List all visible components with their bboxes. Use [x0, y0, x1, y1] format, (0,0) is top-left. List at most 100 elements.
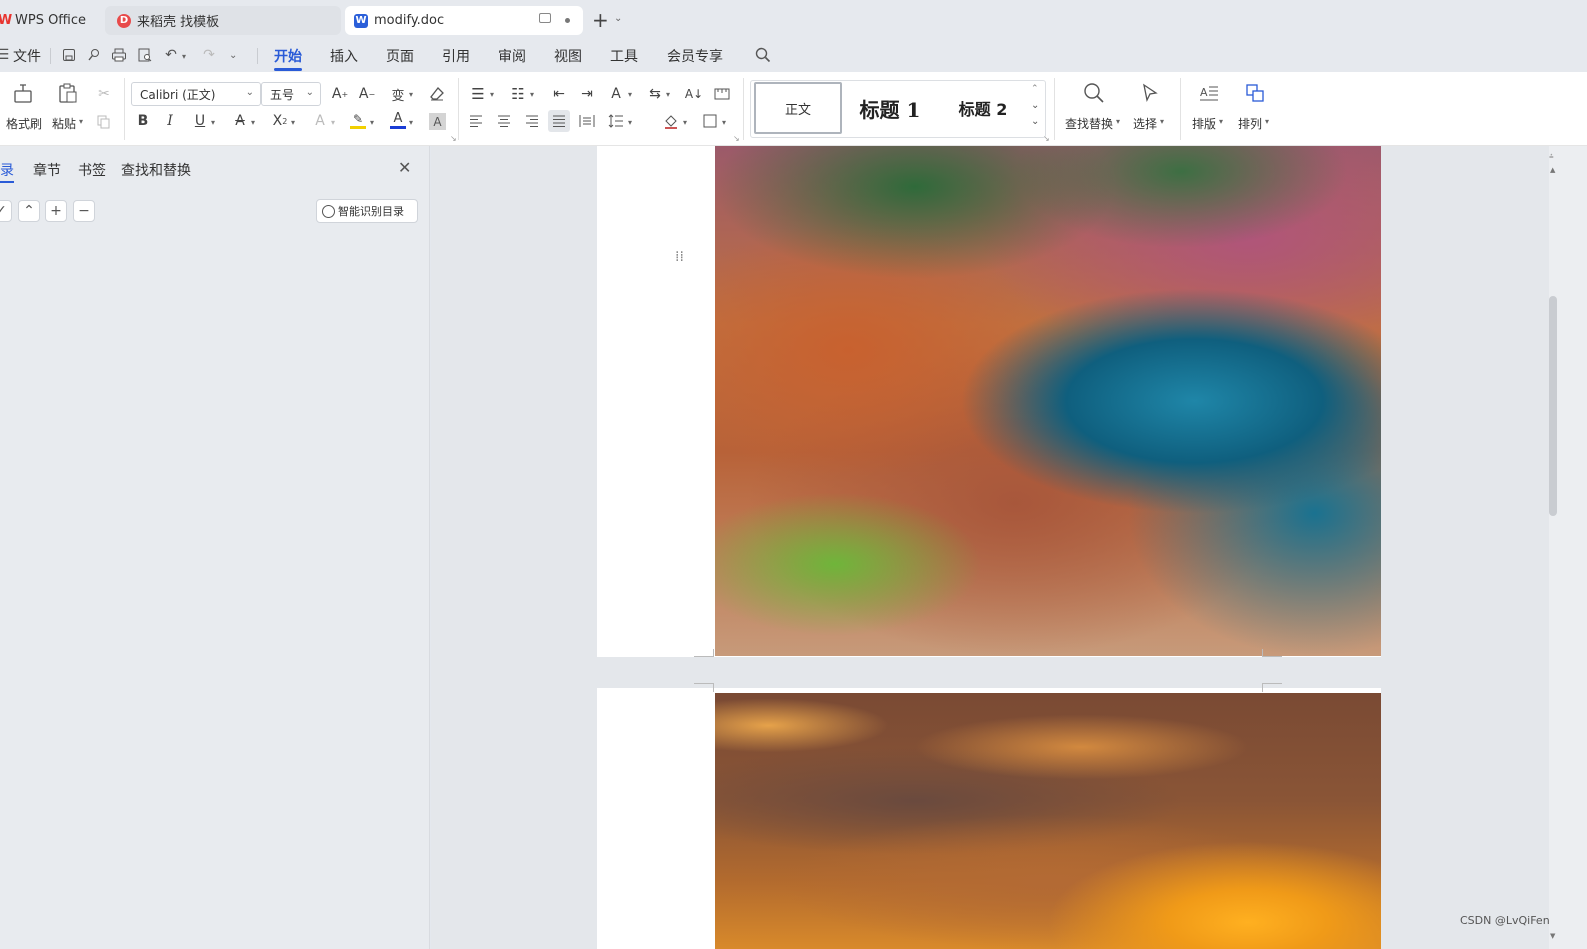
print-preview-icon[interactable] [135, 45, 155, 65]
arrange-label[interactable]: 排列 [1238, 115, 1262, 132]
hamburger-icon[interactable]: ☰ [0, 45, 10, 65]
close-icon[interactable]: ✕ [398, 158, 411, 177]
text-effect-icon[interactable]: A [310, 111, 330, 131]
menu-insert[interactable]: 插入 [330, 46, 358, 66]
clear-format-eraser-icon[interactable] [427, 84, 447, 104]
scroll-thumb[interactable] [1549, 296, 1557, 516]
justify-icon[interactable] [548, 110, 570, 132]
shading-fill-icon[interactable] [661, 111, 681, 131]
menu-home[interactable]: 开始 [274, 46, 302, 66]
underline-icon[interactable]: U [190, 111, 210, 131]
font-name-select[interactable]: Calibri (正文) ⌄ [131, 82, 261, 106]
search-icon[interactable] [753, 45, 773, 65]
scroll-top-icon[interactable]: ⩮ [1549, 152, 1559, 162]
layout-icon[interactable]: A [1196, 80, 1222, 106]
dropdown-icon[interactable]: ▾ [530, 90, 534, 99]
redo-icon[interactable]: ↷ [199, 45, 219, 65]
align-left-icon[interactable] [466, 111, 486, 131]
tab-modify-doc[interactable]: W modify.doc [345, 6, 583, 35]
style-normal[interactable]: 正文 [754, 82, 842, 134]
increase-indent-icon[interactable]: ⇥ [577, 84, 597, 104]
vertical-scrollbar[interactable]: ⩮ ▲ ▼ [1549, 146, 1587, 949]
undo-dropdown-icon[interactable]: ▾ [182, 52, 186, 61]
dropdown-icon[interactable]: ▾ [409, 90, 413, 99]
dropdown-icon[interactable]: ▾ [251, 118, 255, 127]
arrange-icon[interactable] [1242, 80, 1268, 106]
find-replace-label[interactable]: 查找替换 [1065, 115, 1113, 132]
style-heading-1[interactable]: 标题 1 [850, 82, 930, 134]
font-dialog-launcher-icon[interactable]: ↘ [450, 134, 457, 143]
phonetic-guide-icon[interactable]: 变 [388, 84, 408, 104]
bullet-list-icon[interactable]: ☰ [468, 84, 488, 104]
sort-icon[interactable]: A↓ [684, 84, 704, 104]
decrease-indent-icon[interactable]: ⇤ [549, 84, 569, 104]
menu-page[interactable]: 页面 [386, 46, 414, 66]
align-right-icon[interactable] [522, 111, 542, 131]
bold-icon[interactable]: B [133, 111, 153, 131]
copy-icon[interactable] [95, 113, 113, 131]
paragraph-dialog-launcher-icon[interactable]: ↘ [733, 134, 740, 143]
format-painter-icon[interactable] [10, 80, 36, 106]
strikethrough-icon[interactable]: A [230, 111, 250, 131]
nav-tab-toc[interactable]: 目录 [0, 160, 14, 180]
paste-label[interactable]: 粘贴 [52, 115, 76, 132]
paste-dropdown-icon[interactable]: ▾ [79, 117, 83, 126]
border-icon[interactable] [700, 111, 720, 131]
superscript-icon[interactable]: X2 [270, 111, 290, 131]
distributed-align-icon[interactable] [577, 111, 597, 131]
decrease-font-icon[interactable]: A − [357, 84, 377, 104]
italic-icon[interactable]: I [160, 111, 180, 131]
font-size-select[interactable]: 五号 ⌄ [261, 82, 321, 106]
menu-file[interactable]: 文件 [13, 46, 41, 66]
dropdown-icon[interactable]: ▾ [409, 118, 413, 127]
autumn-forest-lake-image[interactable] [715, 146, 1381, 656]
document-page[interactable] [597, 688, 1381, 949]
dropdown-icon[interactable]: ▾ [211, 118, 215, 127]
dropdown-icon[interactable]: ▾ [1116, 117, 1120, 126]
smart-toc-button[interactable]: 智能识别目录 [316, 199, 418, 223]
dropdown-icon[interactable]: ▾ [628, 118, 632, 127]
scroll-up-icon[interactable]: ▲ [1550, 166, 1555, 174]
gallery-up-icon[interactable]: ⌃ [1031, 84, 1039, 94]
new-tab-plus-icon[interactable]: + [592, 9, 609, 31]
nav-tab-find-replace[interactable]: 查找和替换 [121, 160, 191, 180]
sunset-clouds-image[interactable] [715, 693, 1381, 949]
plus-icon[interactable]: + [45, 200, 67, 222]
numbered-list-icon[interactable]: ☷ [508, 84, 528, 104]
chevron-up-icon[interactable]: ⌃ [18, 200, 40, 222]
print-icon[interactable] [109, 45, 129, 65]
save-icon[interactable] [59, 45, 79, 65]
dropdown-icon[interactable]: ▾ [666, 90, 670, 99]
dropdown-icon[interactable]: ▾ [331, 118, 335, 127]
style-heading-2[interactable]: 标题 2 [948, 82, 1018, 134]
dropdown-icon[interactable]: ▾ [722, 118, 726, 127]
line-spacing-icon[interactable] [606, 111, 626, 131]
tab-docer[interactable]: D 来稻壳 找模板 [105, 6, 341, 35]
dropdown-icon[interactable]: ▾ [628, 90, 632, 99]
dropdown-icon[interactable]: ▾ [291, 118, 295, 127]
chevron-down-icon[interactable]: ⌄ [614, 13, 622, 24]
menu-review[interactable]: 审阅 [498, 46, 526, 66]
document-canvas[interactable]: ⁞⁞ [431, 146, 1549, 949]
cut-icon[interactable]: ✂ [95, 85, 113, 103]
text-convert-icon[interactable]: ⇆ [645, 84, 665, 104]
minus-icon[interactable]: − [73, 200, 95, 222]
paste-icon[interactable] [55, 80, 81, 106]
menu-references[interactable]: 引用 [442, 46, 470, 66]
styles-dialog-launcher-icon[interactable]: ↘ [1043, 134, 1050, 143]
select-label[interactable]: 选择 [1133, 115, 1157, 132]
dropdown-icon[interactable]: ▾ [490, 90, 494, 99]
increase-font-icon[interactable]: A + [330, 84, 350, 104]
gallery-down-icon[interactable]: ⌄ [1031, 100, 1039, 111]
dropdown-icon[interactable]: ▾ [1265, 117, 1269, 126]
find-replace-icon[interactable] [1081, 80, 1107, 106]
dropdown-icon[interactable]: ▾ [683, 118, 687, 127]
customize-dropdown-icon[interactable]: ⌄ [229, 50, 237, 61]
drag-handle-icon[interactable]: ⁞⁞ [675, 250, 684, 264]
layout-label[interactable]: 排版 [1192, 115, 1216, 132]
show-marks-icon[interactable] [712, 84, 732, 104]
dropdown-icon[interactable]: ▾ [1219, 117, 1223, 126]
format-painter-quick-icon[interactable] [84, 45, 104, 65]
monitor-icon[interactable] [539, 13, 551, 23]
nav-tab-sections[interactable]: 章节 [33, 160, 61, 180]
